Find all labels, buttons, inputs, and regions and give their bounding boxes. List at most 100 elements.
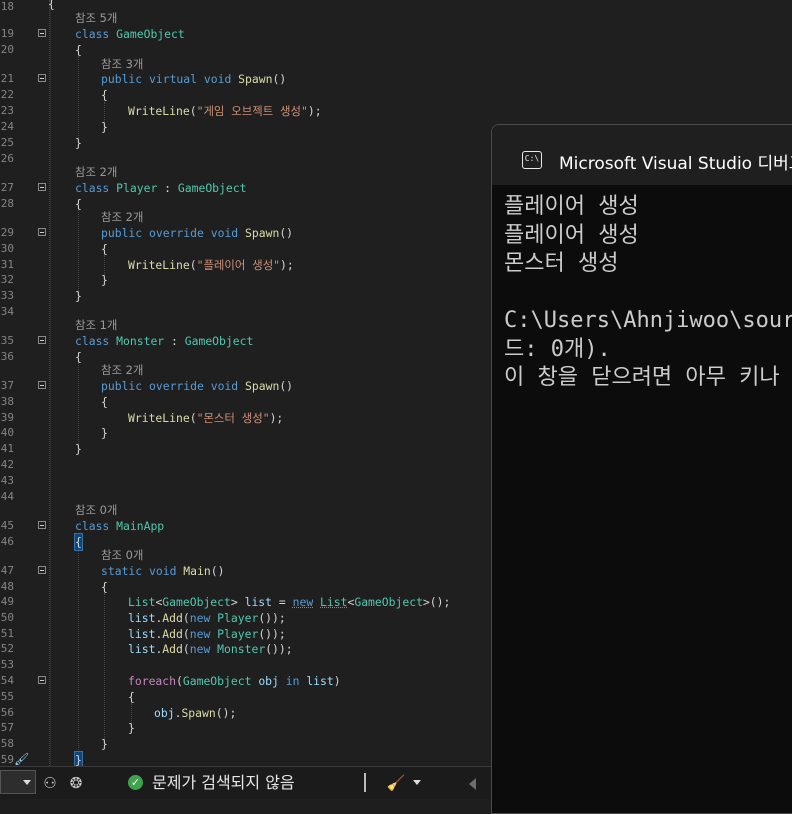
code-text: WriteLine("플레이어 생성"); <box>128 258 294 272</box>
code-text: { <box>75 197 82 211</box>
code-text: } <box>75 289 82 303</box>
code-text: } <box>75 442 82 456</box>
code-text: public override void Spawn() <box>101 226 294 240</box>
line-number: 55 <box>0 690 14 703</box>
line-number: 56 <box>0 706 14 719</box>
fold-collapse-icon[interactable] <box>38 29 46 37</box>
line-number: 20 <box>0 43 14 56</box>
line-number: 24 <box>0 120 14 133</box>
code-text: } <box>75 136 82 150</box>
line-number: 53 <box>0 658 14 671</box>
matched-brace: { <box>74 533 83 551</box>
line-number: 40 <box>0 426 14 439</box>
codelens-references[interactable]: 참조 3개 <box>101 56 143 72</box>
line-number: 32 <box>0 273 14 286</box>
code-text: WriteLine("게임 오브젝트 생성"); <box>128 104 322 118</box>
line-number: 58 <box>0 737 14 750</box>
codelens-references[interactable]: 참조 2개 <box>101 362 143 378</box>
code-text: List<GameObject> list = new List<GameObj… <box>128 595 451 609</box>
line-number: 31 <box>0 258 14 271</box>
fold-collapse-icon[interactable] <box>38 336 46 344</box>
fold-collapse-icon[interactable] <box>38 676 46 684</box>
codelens-references[interactable]: 참조 2개 <box>75 164 117 180</box>
line-number: 35 <box>0 334 14 347</box>
fold-collapse-icon[interactable] <box>38 228 46 236</box>
console-line: 이 창을 닫으려면 아무 키나 누르세요... <box>504 365 780 390</box>
debug-console-window[interactable]: C:\ Microsoft Visual Studio 디버그 콘솔 플레이어 … <box>491 124 792 814</box>
console-title: Microsoft Visual Studio 디버그 콘솔 <box>559 154 792 174</box>
code-line[interactable]: 23 WriteLine("게임 오브젝트 생성"); <box>0 103 792 119</box>
line-number: 33 <box>0 289 14 302</box>
line-number: 54 <box>0 674 14 687</box>
codelens-references[interactable]: 참조 2개 <box>101 209 143 225</box>
line-number: 29 <box>0 226 14 239</box>
code-text: class Monster : GameObject <box>75 334 254 348</box>
codelens-references[interactable]: 참조 0개 <box>101 547 143 563</box>
code-text: public virtual void Spawn() <box>101 72 287 86</box>
console-output[interactable]: 플레이어 생성 플레이어 생성 몬스터 생성 C:\Users\Ahnjiwoo… <box>504 193 792 393</box>
line-number: 43 <box>0 474 14 487</box>
scroll-left-icon[interactable] <box>469 778 476 790</box>
code-line[interactable]: 21 public virtual void Spawn() <box>0 71 792 87</box>
chevron-down-icon[interactable] <box>413 780 421 785</box>
code-text: class GameObject <box>75 27 185 41</box>
zoom-dropdown[interactable] <box>0 770 36 794</box>
line-number: 49 <box>0 595 14 608</box>
code-text: static void Main() <box>101 564 225 578</box>
line-number: 28 <box>0 197 14 210</box>
line-number: 50 <box>0 611 14 624</box>
line-number: 57 <box>0 721 14 734</box>
code-text: { <box>101 88 108 102</box>
line-number: 47 <box>0 564 14 577</box>
line-number: 51 <box>0 627 14 640</box>
code-text: } <box>101 273 108 287</box>
code-line[interactable]: 22 { <box>0 87 792 103</box>
code-text: { <box>75 43 82 57</box>
line-number: 37 <box>0 379 14 392</box>
line-number: 44 <box>0 490 14 503</box>
line-number: 52 <box>0 642 14 655</box>
code-text: { <box>101 242 108 256</box>
code-text: { <box>48 0 55 11</box>
codelens-references[interactable]: 참조 1개 <box>75 317 117 333</box>
code-line[interactable]: 18 { <box>0 0 792 16</box>
line-number: 45 <box>0 519 14 532</box>
code-text: class MainApp <box>75 519 165 533</box>
code-text: foreach(GameObject obj in list) <box>128 674 341 688</box>
line-number: 38 <box>0 395 14 408</box>
code-text: class Player : GameObject <box>75 181 247 195</box>
fold-collapse-icon[interactable] <box>38 521 46 529</box>
line-number: 48 <box>0 580 14 593</box>
code-text: list.Add(new Monster()); <box>128 642 293 656</box>
code-text: list.Add(new Player()); <box>128 627 286 641</box>
code-text: WriteLine("몬스터 생성"); <box>128 411 284 425</box>
line-number: 59 <box>0 753 14 766</box>
line-number: 39 <box>0 411 14 424</box>
codelens-references[interactable]: 참조 5개 <box>75 10 117 26</box>
code-text: { <box>128 690 135 704</box>
code-text: } <box>101 426 108 440</box>
check-circle-icon: ✓ <box>128 775 143 790</box>
issues-status[interactable]: 문제가 검색되지 않음 <box>152 772 295 794</box>
agent-icon[interactable]: ❂ <box>66 773 86 793</box>
code-text: obj.Spawn(); <box>154 706 237 720</box>
codelens-references[interactable]: 참조 0개 <box>75 502 117 518</box>
line-number: 22 <box>0 88 14 101</box>
matched-brace: } <box>74 751 83 766</box>
code-text: { <box>101 395 108 409</box>
fold-collapse-icon[interactable] <box>38 566 46 574</box>
cleanup-brush-icon[interactable]: 🧹 <box>386 773 406 793</box>
code-text: list.Add(new Player()); <box>128 611 286 625</box>
fold-collapse-icon[interactable] <box>38 74 46 82</box>
line-number: 41 <box>0 442 14 455</box>
code-line[interactable]: 19 class GameObject <box>0 26 792 42</box>
line-number: 18 <box>0 0 14 13</box>
quick-action-brush-icon[interactable]: 🖌 <box>14 752 29 766</box>
fold-collapse-icon[interactable] <box>38 183 46 191</box>
console-titlebar[interactable]: C:\ Microsoft Visual Studio 디버그 콘솔 <box>492 125 792 185</box>
code-text: } <box>101 737 108 751</box>
line-number: 23 <box>0 104 14 117</box>
copilot-icon[interactable]: ⚇ <box>40 773 60 793</box>
fold-collapse-icon[interactable] <box>38 381 46 389</box>
